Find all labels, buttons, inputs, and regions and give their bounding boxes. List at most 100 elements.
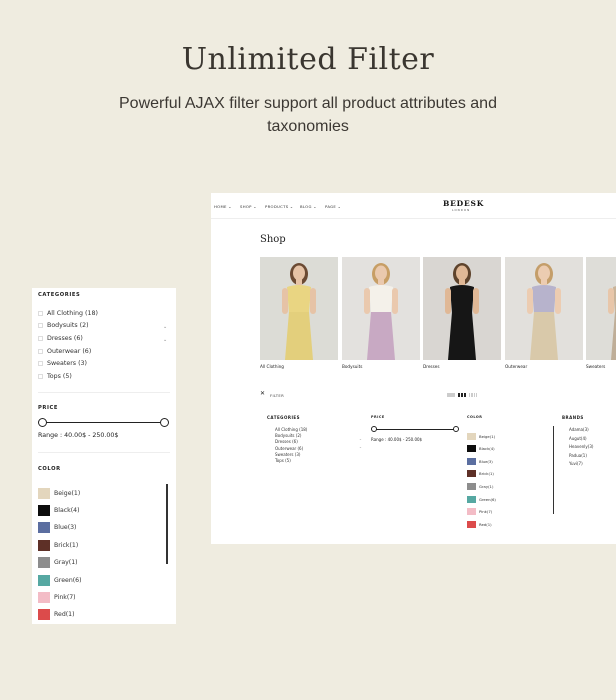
color-item[interactable]: Pink(7) <box>38 591 76 603</box>
color-item[interactable]: Black(4) <box>38 504 80 516</box>
filter-color-item[interactable]: Gray(1) <box>467 482 493 490</box>
view-grid-icon[interactable] <box>458 393 466 397</box>
category-item[interactable]: All Clothing (18) <box>38 308 172 318</box>
nav-item-blog[interactable]: BLOG ⌄ <box>300 204 317 209</box>
category-card[interactable] <box>260 257 338 360</box>
color-swatch[interactable] <box>38 609 50 621</box>
filter-brand-item[interactable]: Padua(1) <box>569 453 587 458</box>
scrollbar[interactable] <box>166 484 168 564</box>
chevron-down-icon[interactable]: ⌄ <box>359 437 362 441</box>
checkbox[interactable] <box>38 335 43 341</box>
color-swatch[interactable] <box>38 487 50 499</box>
nav-item-home[interactable]: HOME ⌄ <box>214 204 232 209</box>
nav-item-products[interactable]: PRODUCTS ⌄ <box>265 204 293 209</box>
nav-item-shop[interactable]: SHOP ⌄ <box>240 204 257 209</box>
filter-price-max-handle[interactable] <box>453 426 459 432</box>
color-swatch[interactable] <box>38 591 50 603</box>
filter-category-item[interactable]: Outerwear (6) <box>275 446 303 451</box>
color-swatch[interactable] <box>467 470 476 478</box>
checkbox[interactable] <box>38 361 43 367</box>
shop-page: BEDESK LONDON HOME ⌄ SHOP ⌄ PRODUCTS ⌄ BLOG… <box>211 193 616 544</box>
color-label: Black(4) <box>479 446 495 452</box>
view-grid-large-icon[interactable] <box>469 393 477 397</box>
price-slider-max-handle[interactable] <box>160 418 169 427</box>
chevron-down-icon[interactable]: ⌄ <box>163 324 167 330</box>
close-icon[interactable]: ✕ <box>260 390 265 397</box>
category-label: Tops (5) <box>47 373 72 380</box>
model-photo <box>608 286 616 360</box>
filter-price-range: Range : 40.00$ - 250.00$ <box>371 437 423 442</box>
category-item[interactable]: Bodysuits (2) <box>38 321 172 331</box>
filter-toggle[interactable]: FILTER <box>270 393 284 398</box>
filter-brand-item[interactable]: Augut(4) <box>569 436 587 441</box>
color-item[interactable]: Gray(1) <box>38 557 78 569</box>
filter-brand-item[interactable]: Yuvi(7) <box>569 461 583 466</box>
view-list-icon[interactable] <box>447 393 455 397</box>
category-card[interactable] <box>342 257 420 360</box>
color-item[interactable]: Brick(1) <box>38 539 78 551</box>
color-swatch[interactable] <box>467 482 476 490</box>
color-swatch[interactable] <box>467 445 476 453</box>
category-item[interactable]: Tops (5) <box>38 372 172 382</box>
filter-color-item[interactable]: Blue(3) <box>467 457 493 465</box>
category-card[interactable] <box>505 257 583 360</box>
color-swatch[interactable] <box>38 574 50 586</box>
color-label: Green(6) <box>479 496 496 502</box>
filter-color-item[interactable]: Brick(1) <box>467 470 494 478</box>
color-item[interactable]: Red(1) <box>38 609 75 621</box>
color-label: Pink(7) <box>54 593 76 601</box>
chevron-down-icon[interactable]: ⌄ <box>359 445 362 449</box>
category-item[interactable]: Outerwear (6) <box>38 346 172 356</box>
brand-logo[interactable]: BEDESK <box>443 199 484 208</box>
filter-price-min-handle[interactable] <box>371 426 377 432</box>
color-swatch[interactable] <box>467 457 476 465</box>
category-card-label[interactable]: All Clothing <box>260 364 284 369</box>
nav-item-page[interactable]: PAGE ⌄ <box>325 204 341 209</box>
filter-price-track[interactable] <box>374 429 457 430</box>
filter-color-item[interactable]: Red(1) <box>467 520 492 528</box>
color-item[interactable]: Blue(3) <box>38 522 76 534</box>
category-card[interactable] <box>423 257 501 360</box>
color-item[interactable]: Beige(1) <box>38 487 80 499</box>
chevron-down-icon[interactable]: ⌄ <box>163 337 167 343</box>
category-item[interactable]: Dresses (6) <box>38 333 172 343</box>
checkbox[interactable] <box>38 348 43 354</box>
color-item[interactable]: Green(6) <box>38 574 82 586</box>
category-item[interactable]: Sweaters (3) <box>38 359 172 369</box>
color-swatch[interactable] <box>38 504 50 516</box>
color-swatch[interactable] <box>467 432 476 440</box>
filter-category-item[interactable]: Sweaters (3) <box>275 452 300 457</box>
color-swatch[interactable] <box>38 522 50 534</box>
category-label: Bodysuits (2) <box>47 322 89 330</box>
filter-sidebar: CATEGORIES All Clothing (18) Bodysuits (2)… <box>32 288 176 624</box>
color-swatch[interactable] <box>38 539 50 551</box>
category-card[interactable] <box>586 257 616 360</box>
checkbox[interactable] <box>38 323 43 329</box>
category-card-label[interactable]: Dresses <box>423 364 440 369</box>
checkbox[interactable] <box>38 310 43 316</box>
filter-color-item[interactable]: Pink(7) <box>467 508 492 516</box>
category-card-label[interactable]: Sweaters <box>586 364 605 369</box>
filter-category-item[interactable]: All Clothing (18) <box>275 427 307 432</box>
color-swatch[interactable] <box>38 557 50 569</box>
filter-category-item[interactable]: Dresses (6) <box>275 439 298 444</box>
filter-brand-item[interactable]: Adama(3) <box>569 427 589 432</box>
filter-color-item[interactable]: Black(4) <box>467 445 495 453</box>
filter-category-item[interactable]: Bodysuits (2) <box>275 433 301 438</box>
filter-brand-item[interactable]: Heavenly(3) <box>569 444 593 449</box>
category-card-label[interactable]: Bodysuits <box>342 364 362 369</box>
nav-label: PAGE <box>325 204 337 209</box>
filter-category-item[interactable]: Tops (5) <box>275 458 291 463</box>
chevron-down-icon: ⌄ <box>251 204 257 209</box>
checkbox[interactable] <box>38 374 43 379</box>
color-swatch[interactable] <box>467 508 476 516</box>
price-slider-track[interactable] <box>42 422 166 423</box>
price-slider-min-handle[interactable] <box>38 418 47 427</box>
category-card-label[interactable]: Outerwear <box>505 364 527 369</box>
color-label: Beige(1) <box>479 433 496 439</box>
color-swatch[interactable] <box>467 495 476 503</box>
scrollbar[interactable] <box>553 426 554 514</box>
filter-color-item[interactable]: Beige(1) <box>467 432 495 440</box>
filter-color-item[interactable]: Green(6) <box>467 495 496 503</box>
color-swatch[interactable] <box>467 520 476 528</box>
